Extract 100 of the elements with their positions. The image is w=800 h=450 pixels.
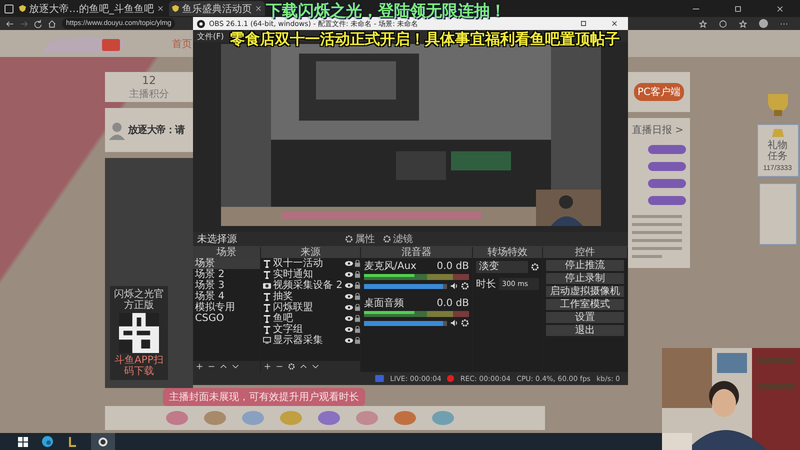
source-item[interactable]: 文字组 (273, 324, 343, 335)
menu-item[interactable]: 文件(F) (197, 30, 224, 42)
eye-icon[interactable] (345, 338, 353, 343)
shield-icon (19, 5, 26, 12)
close-icon[interactable] (776, 4, 784, 12)
lock-icon[interactable] (355, 293, 360, 300)
qr-title: 闪烁之光官方正版 (113, 289, 165, 311)
settings-icon[interactable] (288, 363, 295, 370)
home-icon[interactable] (48, 20, 56, 28)
settings-icon[interactable] (531, 263, 539, 271)
caption-text: 下载闪烁之光，登陆领无限连抽！ (266, 1, 506, 20)
eye-icon[interactable] (345, 272, 353, 277)
lock-icon[interactable] (355, 282, 360, 289)
control-button[interactable]: 停止推流 (546, 260, 624, 271)
source-item[interactable]: 视频采集设备 2 (273, 280, 343, 291)
star-icon[interactable] (699, 20, 707, 28)
control-button[interactable]: 工作室模式 (546, 299, 624, 310)
speaker-icon[interactable] (450, 282, 458, 290)
scene-item[interactable]: 场景 4 (193, 291, 260, 302)
up-icon[interactable] (220, 363, 227, 370)
qr-code-icon (119, 313, 159, 353)
no-source-label: 未选择源 (197, 232, 238, 246)
text-icon (263, 304, 271, 312)
star-icon[interactable] (739, 20, 747, 28)
settings-icon[interactable] (461, 282, 469, 290)
eye-icon[interactable] (345, 283, 353, 288)
lock-icon[interactable] (355, 337, 360, 344)
toolbar-button[interactable]: 滤镜 (383, 232, 413, 246)
text-icon (263, 292, 271, 300)
browser-tab[interactable]: 鱼乐盛典活动页 (169, 1, 265, 16)
toast-message: 主播封面未展现，可有效提升用户观看时长 (163, 388, 365, 406)
maximize-icon[interactable] (734, 4, 742, 12)
add-icon[interactable] (264, 363, 271, 370)
profile-avatar[interactable] (759, 19, 768, 28)
lock-icon[interactable] (355, 304, 360, 311)
shield-icon (172, 5, 179, 12)
down-icon[interactable] (232, 363, 239, 370)
eye-icon[interactable] (345, 261, 353, 266)
dock-header: 混音器 (361, 247, 472, 258)
settings-icon[interactable] (461, 319, 469, 327)
volume-slider[interactable] (364, 284, 447, 288)
add-icon[interactable] (196, 363, 203, 370)
source-item[interactable]: 鱼吧 (273, 313, 343, 324)
eye-icon[interactable] (345, 327, 353, 332)
source-item[interactable]: 显示器采集 (273, 335, 343, 346)
down-icon[interactable] (312, 363, 319, 370)
scene-item[interactable]: 场景 2 (193, 269, 260, 280)
remove-icon[interactable] (208, 363, 215, 370)
source-item[interactable]: 实时通知 (273, 269, 343, 280)
maximize-icon[interactable] (580, 20, 587, 27)
eye-icon[interactable] (345, 305, 353, 310)
tab-list-icon[interactable] (4, 4, 14, 14)
browser-icon[interactable] (42, 436, 53, 447)
volume-slider[interactable] (364, 320, 447, 326)
eye-icon[interactable] (345, 316, 353, 321)
obs-taskbar-button[interactable] (91, 433, 115, 450)
lock-icon[interactable] (355, 271, 360, 278)
reload-icon[interactable] (34, 20, 42, 28)
badge-icon (648, 162, 686, 171)
control-button[interactable]: 启动虚拟摄像机 (546, 286, 624, 297)
source-item[interactable]: 抽奖 (273, 291, 343, 302)
eye-icon[interactable] (345, 294, 353, 299)
record-icon (98, 436, 108, 446)
stat-value: 12 (142, 74, 156, 86)
windows-icon[interactable] (18, 436, 28, 446)
streamer-name: 放逐大帝：请 (128, 123, 184, 137)
up-icon[interactable] (300, 363, 307, 370)
toolbar-button[interactable]: 属性 (345, 232, 375, 246)
report-link[interactable]: 直播日报 > (632, 123, 684, 137)
stat-label: 主播积分 (129, 88, 169, 100)
audio-source-name: 麦克风/Aux (364, 261, 416, 272)
transition-dropdown[interactable]: 淡变 (476, 261, 528, 273)
dock-header: 场景 (193, 247, 260, 258)
circle-icon[interactable] (719, 20, 727, 28)
close-icon[interactable] (157, 5, 164, 12)
speaker-icon[interactable] (450, 319, 458, 327)
source-item[interactable]: 闪烁联盟 (273, 302, 343, 313)
back-icon[interactable] (6, 20, 14, 28)
client-button[interactable]: PC客户端 (634, 83, 684, 101)
control-button[interactable]: 停止录制 (546, 273, 624, 284)
volume-reading: 0.0 dB (436, 261, 469, 272)
lock-icon[interactable] (355, 326, 360, 333)
lock-icon[interactable] (355, 260, 360, 267)
control-button[interactable]: 设置 (546, 312, 624, 323)
text-icon (263, 270, 271, 278)
scene-item[interactable]: 场景 (193, 258, 260, 269)
close-icon[interactable] (255, 5, 262, 12)
source-item[interactable]: 双十一活动 (273, 258, 343, 269)
camera-icon (263, 282, 271, 289)
obs-logo-icon (197, 20, 205, 28)
duration-label: 时长 (476, 278, 496, 291)
avatar-icon (107, 120, 127, 140)
scene-item[interactable]: CSGO (193, 313, 260, 324)
control-button[interactable]: 退出 (546, 325, 624, 336)
close-icon[interactable] (611, 20, 618, 27)
gear-icon (345, 235, 353, 243)
remove-icon[interactable] (276, 363, 283, 370)
lock-icon[interactable] (355, 315, 360, 322)
scene-item[interactable]: 模拟专用 (193, 302, 260, 313)
scene-item[interactable]: 场景 3 (193, 280, 260, 291)
